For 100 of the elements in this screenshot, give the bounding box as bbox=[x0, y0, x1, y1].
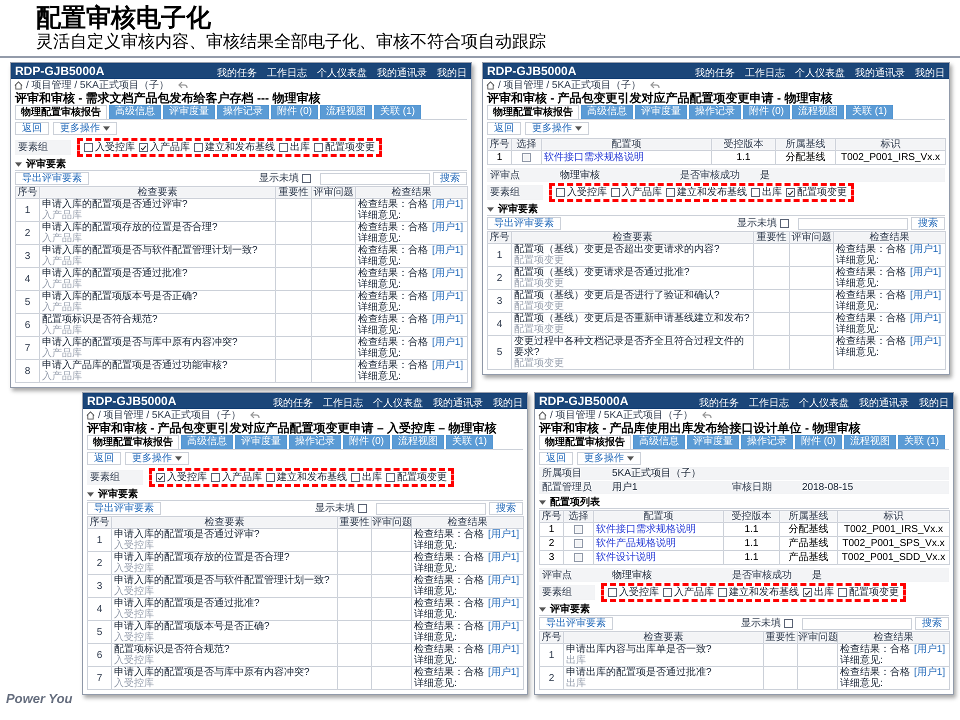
user-link[interactable]: [用户1] bbox=[432, 245, 464, 256]
back-arrow-icon[interactable] bbox=[702, 411, 712, 419]
search-button[interactable]: 搜索 bbox=[915, 617, 949, 630]
user-link[interactable]: [用户1] bbox=[432, 222, 464, 233]
checkbox[interactable] bbox=[84, 143, 93, 152]
tab[interactable]: 高级信息 bbox=[109, 105, 161, 119]
checkbox[interactable] bbox=[611, 188, 620, 197]
tab[interactable]: 流程视图 bbox=[844, 435, 896, 449]
user-link[interactable]: [用户1] bbox=[488, 644, 520, 655]
tab[interactable]: 物理配置审核报告 bbox=[87, 435, 179, 449]
back-arrow-icon[interactable] bbox=[250, 411, 260, 419]
tab[interactable]: 附件 (0) bbox=[743, 105, 790, 119]
back-button[interactable]: 返回 bbox=[87, 452, 121, 465]
nav-link[interactable]: 工作日志 bbox=[323, 398, 363, 409]
tab[interactable]: 操作记录 bbox=[689, 105, 741, 119]
nav-link[interactable]: 我的任务 bbox=[217, 68, 257, 79]
tab[interactable]: 关联 (1) bbox=[446, 435, 493, 449]
user-link[interactable]: [用户1] bbox=[910, 336, 942, 347]
tab[interactable]: 操作记录 bbox=[741, 435, 793, 449]
back-button[interactable]: 返回 bbox=[15, 122, 49, 135]
tab[interactable]: 高级信息 bbox=[581, 105, 633, 119]
checkbox[interactable] bbox=[139, 143, 148, 152]
tab[interactable]: 操作记录 bbox=[289, 435, 341, 449]
breadcrumb[interactable]: / 项目管理 / 5KA正式项目（子） bbox=[550, 410, 693, 420]
export-button[interactable]: 导出评审要素 bbox=[539, 617, 613, 630]
more-actions-button[interactable]: 更多操作 bbox=[53, 122, 117, 135]
search-button[interactable]: 搜索 bbox=[911, 217, 945, 230]
tab[interactable]: 评审度量 bbox=[635, 105, 687, 119]
export-button[interactable]: 导出评审要素 bbox=[87, 502, 161, 515]
checkbox[interactable] bbox=[211, 473, 220, 482]
user-link[interactable]: [用户1] bbox=[910, 313, 942, 324]
search-field[interactable] bbox=[798, 218, 908, 230]
back-button[interactable]: 返回 bbox=[539, 452, 573, 465]
search-field[interactable] bbox=[802, 618, 912, 630]
export-button[interactable]: 导出评审要素 bbox=[15, 172, 89, 185]
back-arrow-icon[interactable] bbox=[178, 81, 188, 89]
breadcrumb[interactable]: / 项目管理 / 5KA正式项目（子） bbox=[26, 80, 169, 90]
more-actions-button[interactable]: 更多操作 bbox=[525, 122, 589, 135]
tab[interactable]: 流程视图 bbox=[320, 105, 372, 119]
tab[interactable]: 流程视图 bbox=[792, 105, 844, 119]
nav-link[interactable]: 工作日志 bbox=[749, 398, 789, 409]
more-actions-button[interactable]: 更多操作 bbox=[125, 452, 189, 465]
checkbox[interactable] bbox=[522, 152, 531, 162]
checkbox[interactable] bbox=[663, 588, 672, 597]
nav-link[interactable]: 我的通讯录 bbox=[377, 68, 427, 79]
tab[interactable]: 物理配置审核报告 bbox=[539, 435, 631, 449]
nav-link[interactable]: 个人仪表盘 bbox=[799, 398, 849, 409]
nav-link[interactable]: 我的任务 bbox=[699, 398, 739, 409]
nav-link[interactable]: 个人仪表盘 bbox=[317, 68, 367, 79]
checkbox[interactable] bbox=[302, 174, 311, 183]
checkbox[interactable] bbox=[780, 219, 789, 228]
more-actions-button[interactable]: 更多操作 bbox=[577, 452, 641, 465]
user-link[interactable]: [用户1] bbox=[488, 598, 520, 609]
tab[interactable]: 评审度量 bbox=[235, 435, 287, 449]
checkbox[interactable] bbox=[751, 188, 760, 197]
user-link[interactable]: [用户1] bbox=[488, 621, 520, 632]
tab[interactable]: 关联 (1) bbox=[898, 435, 945, 449]
nav-link[interactable]: 我的通讯录 bbox=[433, 398, 483, 409]
checkbox[interactable] bbox=[156, 473, 165, 482]
user-link[interactable]: [用户1] bbox=[432, 199, 464, 210]
breadcrumb[interactable]: / 项目管理 / 5KA正式项目（子） bbox=[498, 80, 641, 90]
user-link[interactable]: [用户1] bbox=[432, 291, 464, 302]
checkbox[interactable] bbox=[351, 473, 360, 482]
nav-link[interactable]: 个人仪表盘 bbox=[373, 398, 423, 409]
home-icon[interactable] bbox=[14, 80, 23, 90]
checkbox[interactable] bbox=[803, 588, 812, 597]
home-icon[interactable] bbox=[86, 410, 95, 420]
tab[interactable]: 流程视图 bbox=[392, 435, 444, 449]
user-link[interactable]: [用户1] bbox=[432, 314, 464, 325]
user-link[interactable]: [用户1] bbox=[914, 667, 946, 678]
user-link[interactable]: [用户1] bbox=[432, 268, 464, 279]
checkbox[interactable] bbox=[266, 473, 275, 482]
tab[interactable]: 附件 (0) bbox=[271, 105, 318, 119]
nav-link[interactable]: 我的任务 bbox=[695, 68, 735, 79]
checkbox[interactable] bbox=[838, 588, 847, 597]
nav-link[interactable]: 我的通讯录 bbox=[859, 398, 909, 409]
search-field[interactable] bbox=[376, 502, 486, 514]
checkbox[interactable] bbox=[194, 143, 203, 152]
search-button[interactable]: 搜索 bbox=[489, 502, 523, 515]
nav-link[interactable]: 我的日 bbox=[437, 68, 467, 79]
nav-link[interactable]: 我的日 bbox=[493, 398, 523, 409]
search-field[interactable] bbox=[320, 172, 430, 184]
checkbox[interactable] bbox=[786, 188, 795, 197]
checkbox[interactable] bbox=[314, 143, 323, 152]
user-link[interactable]: [用户1] bbox=[488, 552, 520, 563]
checkbox[interactable] bbox=[574, 552, 583, 562]
nav-link[interactable]: 我的日 bbox=[915, 68, 945, 79]
home-icon[interactable] bbox=[486, 80, 495, 90]
nav-link[interactable]: 我的通讯录 bbox=[855, 68, 905, 79]
checkbox[interactable] bbox=[574, 524, 583, 534]
back-arrow-icon[interactable] bbox=[650, 81, 660, 89]
tab[interactable]: 高级信息 bbox=[633, 435, 685, 449]
checkbox[interactable] bbox=[718, 588, 727, 597]
tab[interactable]: 关联 (1) bbox=[846, 105, 893, 119]
user-link[interactable]: [用户1] bbox=[488, 575, 520, 586]
breadcrumb[interactable]: / 项目管理 / 5KA正式项目（子） bbox=[98, 410, 241, 420]
nav-link[interactable]: 工作日志 bbox=[267, 68, 307, 79]
user-link[interactable]: [用户1] bbox=[910, 244, 942, 255]
checkbox[interactable] bbox=[784, 619, 793, 628]
search-button[interactable]: 搜索 bbox=[433, 172, 467, 185]
